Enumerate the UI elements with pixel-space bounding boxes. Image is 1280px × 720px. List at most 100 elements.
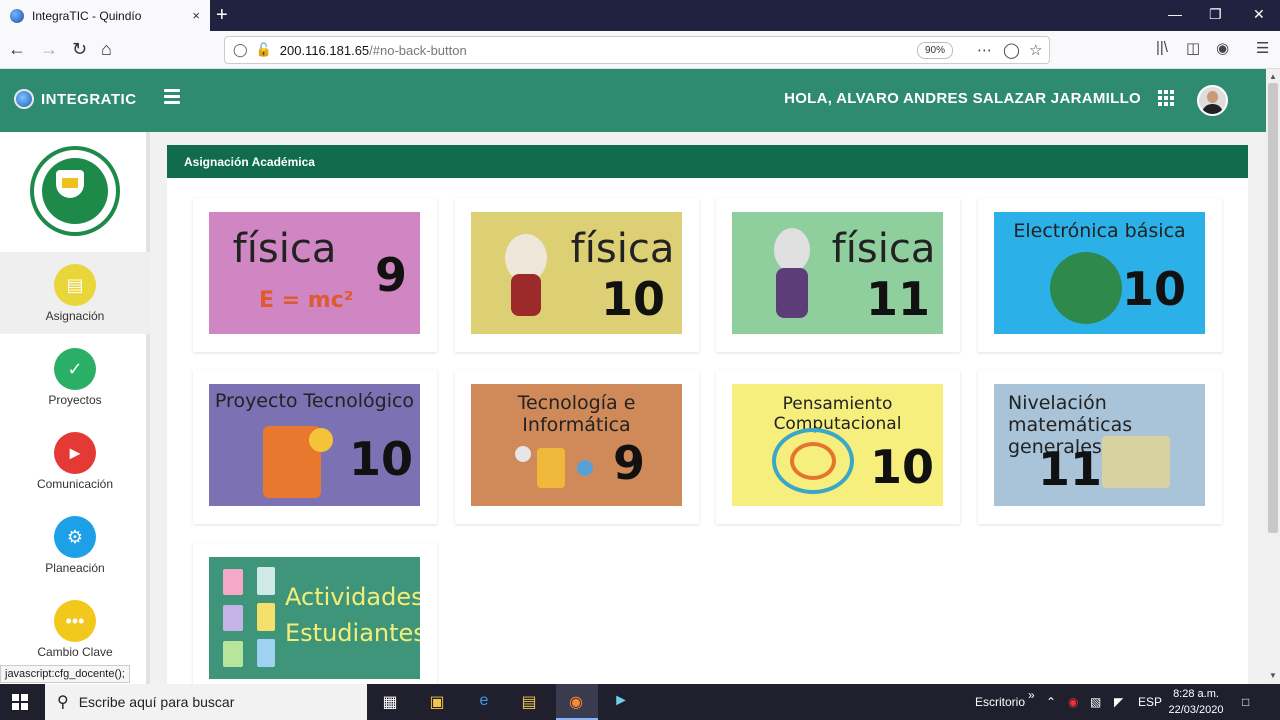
course-tile[interactable]: Actividades Estudiantes (209, 557, 420, 679)
course-tile[interactable]: Pensamiento Computacional 10 (732, 384, 943, 506)
sidebar-item-label: Asignación (45, 309, 105, 323)
panel-title: Asignación Académica (167, 145, 1248, 178)
course-title: Actividades Estudiantes (285, 583, 420, 647)
course-card-proyecto-tecnologico-10[interactable]: Proyecto Tecnológico 10 (193, 370, 437, 524)
course-title: física (570, 226, 675, 272)
language-indicator[interactable]: ESP (1138, 695, 1162, 709)
taskbar-search[interactable]: ⚲ Escribe aquí para buscar (45, 684, 367, 720)
app-header: INTEGRATIC HOLA, ALVARO ANDRES SALAZAR J… (0, 69, 1266, 132)
scroll-thumb[interactable] (1268, 83, 1278, 533)
course-tile[interactable]: Tecnología e Informática 9 (471, 384, 682, 506)
course-tile[interactable]: Electrónica básica 10 (994, 212, 1205, 334)
course-grade: 10 (601, 272, 666, 326)
browser-tab-strip: IntegraTIC - Quindío × + — ❐ ✕ (0, 0, 1280, 31)
store-icon[interactable]: ▣ (426, 692, 448, 712)
course-card-fisica-9[interactable]: física 9 E = mc² (193, 198, 437, 352)
firefox-icon[interactable]: ◉ (565, 692, 587, 712)
account-icon[interactable]: ◉ (1216, 39, 1229, 57)
battery-icon[interactable]: ▧ (1090, 695, 1101, 709)
sidebar-toggle-icon[interactable]: ◫ (1186, 39, 1200, 57)
scroll-up-icon[interactable]: ▲ (1269, 72, 1277, 81)
minimize-icon[interactable]: — (1168, 6, 1182, 22)
sidebar-item-cambio-clave[interactable]: ••• Cambio Clave (0, 588, 150, 670)
page-scrollbar[interactable]: ▲ ▼ (1266, 69, 1280, 684)
course-card-fisica-10[interactable]: física 10 (455, 198, 699, 352)
window-close-icon[interactable]: ✕ (1253, 6, 1265, 23)
course-grade: 10 (870, 440, 935, 494)
search-placeholder: Escribe aquí para buscar (78, 694, 235, 710)
tray-chevron-icon[interactable]: ⌃ (1046, 695, 1056, 709)
sidebar-item-proyectos[interactable]: ✓ Proyectos (0, 336, 150, 418)
clock-date: 22/03/2020 (1168, 704, 1224, 716)
system-clock[interactable]: 8:28 a.m. 22/03/2020 (1164, 686, 1228, 718)
url-path: /#no-back-button (369, 42, 467, 58)
maximize-icon[interactable]: ❐ (1209, 6, 1222, 23)
course-title: Pensamiento Computacional (773, 394, 902, 434)
home-icon[interactable]: ⌂ (101, 39, 112, 60)
user-avatar[interactable] (1197, 85, 1228, 116)
document-icon: ▤ (54, 264, 96, 306)
task-view-icon[interactable]: ▦ (379, 692, 401, 712)
sidebar-item-label: Planeación (45, 561, 105, 575)
course-tile[interactable]: Proyecto Tecnológico 10 (209, 384, 420, 506)
menu-icon[interactable]: ☰ (1256, 39, 1269, 57)
browser-tab[interactable]: IntegraTIC - Quindío × (0, 0, 210, 31)
antivirus-icon[interactable]: ◉ (1068, 695, 1078, 709)
sidebar-item-planeacion[interactable]: ⚙ Planeación (0, 504, 150, 586)
new-tab-button[interactable]: + (216, 4, 228, 27)
course-card-pensamiento-computacional-10[interactable]: Pensamiento Computacional 10 (716, 370, 960, 524)
bookmark-star-icon[interactable]: ☆ (1029, 41, 1042, 59)
address-bar[interactable]: ◯ 🔓 200.116.181.65 /#no-back-button 90% … (224, 36, 1050, 64)
course-card-electronica-10[interactable]: Electrónica básica 10 (978, 198, 1222, 352)
edge-icon[interactable]: e (473, 692, 495, 712)
forward-arrow-icon[interactable]: → (40, 39, 58, 60)
wifi-icon[interactable]: ◤ (1114, 695, 1123, 709)
browser-toolbar: ← → ↻ ⌂ ◯ 🔓 200.116.181.65 /#no-back-but… (0, 31, 1280, 69)
apps-grid-icon[interactable] (1158, 90, 1174, 106)
course-tile[interactable]: física 9 E = mc² (209, 212, 420, 334)
tracking-shield-icon[interactable]: ◯ (233, 42, 248, 58)
app-icon[interactable]: ► (610, 692, 632, 712)
site-favicon-icon (10, 8, 24, 23)
page-actions-icon[interactable]: ⋯ (977, 41, 992, 59)
course-tile[interactable]: física 11 (732, 212, 943, 334)
course-card-nivelacion-matematicas-11[interactable]: Nivelación matemáticas generales 11 (978, 370, 1222, 524)
tab-close-icon[interactable]: × (192, 8, 200, 23)
course-card-fisica-11[interactable]: física 11 (716, 198, 960, 352)
zoom-level-badge[interactable]: 90% (917, 42, 954, 59)
course-grade: 11 (866, 272, 931, 326)
brand-logo-icon (14, 89, 34, 109)
course-title: física (831, 226, 936, 272)
brand[interactable]: INTEGRATIC (14, 89, 137, 109)
link-status-tooltip: javascript:cfg_docente(); (0, 665, 130, 683)
windows-start-icon[interactable] (12, 694, 28, 710)
desktop-toolbar-label[interactable]: Escritorio (975, 695, 1025, 709)
hamburger-menu-icon[interactable] (164, 89, 180, 107)
pocket-icon[interactable]: ◯ (1003, 41, 1020, 59)
certificate-icon: ✓ (54, 348, 96, 390)
course-tile[interactable]: física 10 (471, 212, 682, 334)
toolbar-expand-icon[interactable]: » (1028, 688, 1035, 702)
scroll-down-icon[interactable]: ▼ (1269, 671, 1277, 680)
user-greeting: HOLA, ALVARO ANDRES SALAZAR JARAMILLO (784, 90, 1141, 107)
course-tile[interactable]: Nivelación matemáticas generales 11 (994, 384, 1205, 506)
course-card-actividades-estudiantes[interactable]: Actividades Estudiantes (193, 543, 437, 697)
clock-time: 8:28 a.m. (1173, 688, 1219, 700)
sidebar-item-asignacion[interactable]: ▤ Asignación (0, 252, 150, 334)
megaphone-icon: ► (54, 432, 96, 474)
notifications-icon[interactable]: □ (1242, 695, 1249, 709)
main-content: Asignación Académica física 9 E = mc² fí… (150, 132, 1266, 705)
library-icon[interactable]: ||\ (1156, 39, 1168, 56)
reload-icon[interactable]: ↻ (72, 39, 87, 60)
course-title: Electrónica básica (1013, 220, 1186, 242)
tab-title: IntegraTIC - Quindío (32, 8, 142, 23)
back-arrow-icon[interactable]: ← (8, 39, 26, 60)
school-crest-logo (30, 146, 120, 236)
gears-icon: ⚙ (54, 516, 96, 558)
insecure-lock-icon[interactable]: 🔓 (256, 42, 272, 58)
file-explorer-icon[interactable]: ▤ (518, 692, 540, 712)
sidebar-item-comunicacion[interactable]: ► Comunicación (0, 420, 150, 502)
windows-taskbar: ⚲ Escribe aquí para buscar ▦ ▣ e ▤ ◉ ► E… (0, 684, 1280, 720)
course-card-tecnologia-informatica-9[interactable]: Tecnología e Informática 9 (455, 370, 699, 524)
password-icon: ••• (54, 600, 96, 642)
